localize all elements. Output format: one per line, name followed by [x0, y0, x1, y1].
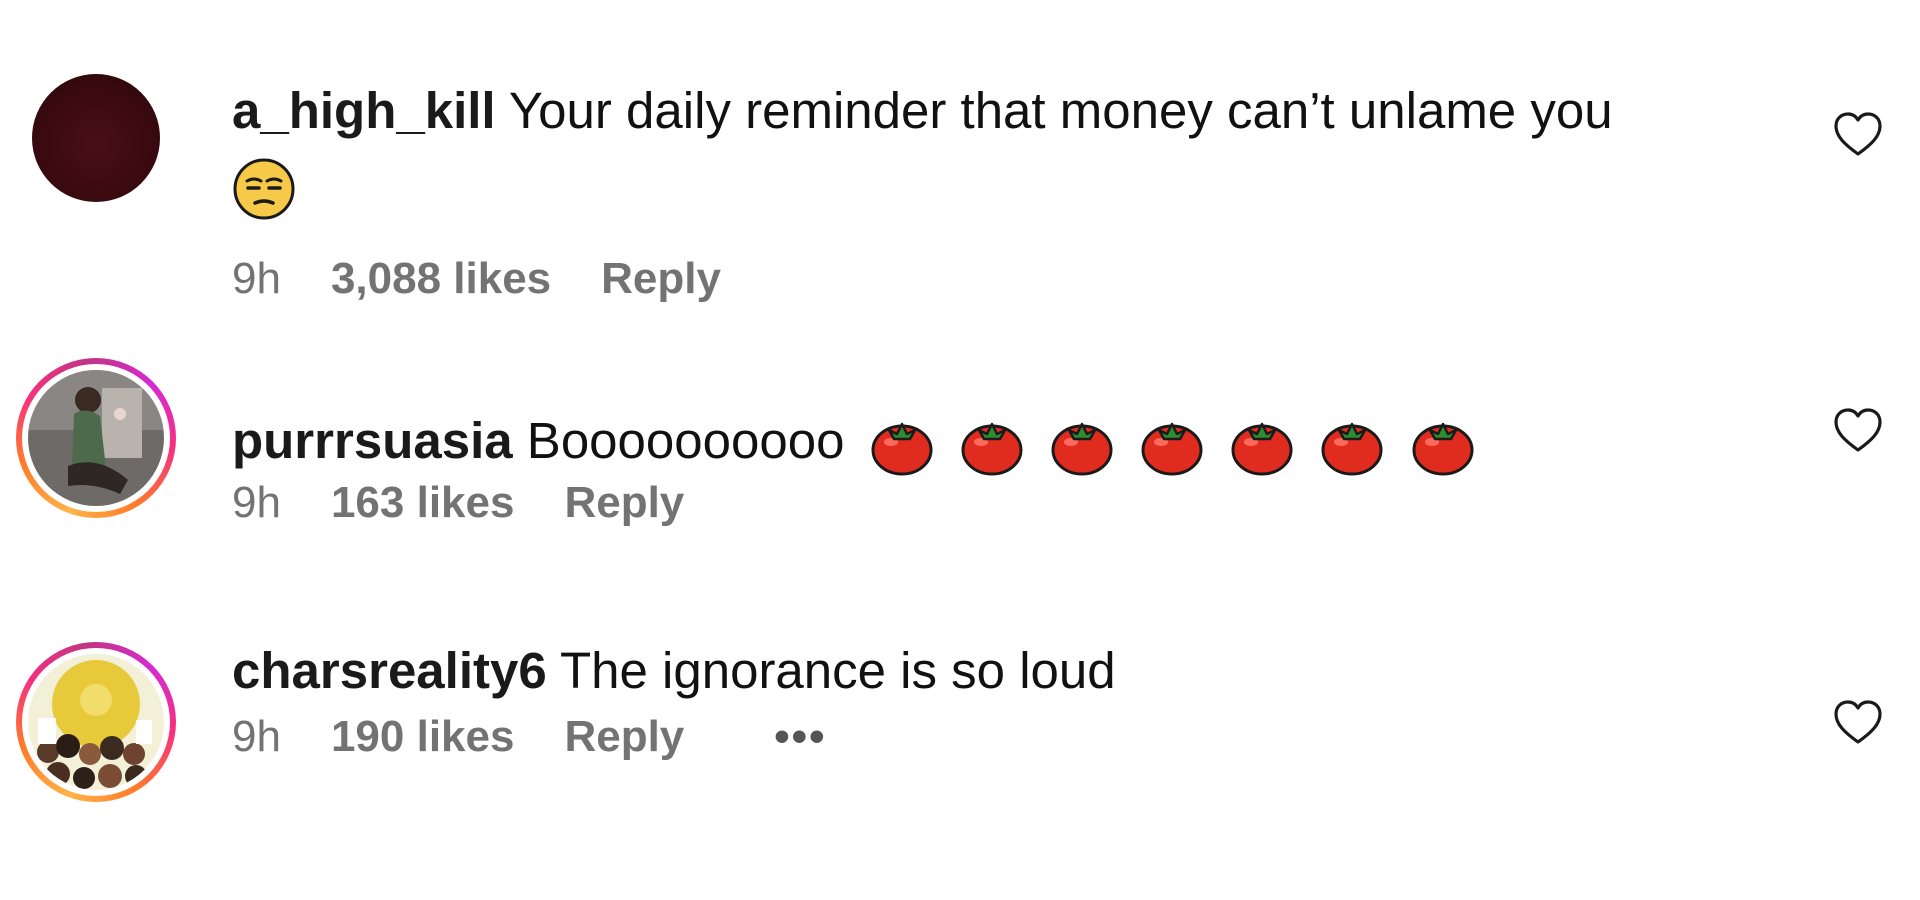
tomato-icon — [1051, 422, 1113, 476]
comment-username[interactable]: a_high_kill — [232, 82, 496, 139]
comment-item: charsreality6 The ignorance is so loud 9… — [0, 590, 1920, 900]
heart-outline-icon[interactable] — [1832, 406, 1884, 454]
comment-username[interactable]: charsreality6 — [232, 642, 547, 699]
heart-outline-icon[interactable] — [1832, 110, 1884, 158]
avatar-story-ring[interactable] — [16, 642, 176, 802]
comment-text-line: a_high_kill Your daily reminder that mon… — [232, 80, 1613, 142]
comment-text-line: purrrsuasia Boooooooooo — [232, 410, 1476, 478]
tomato-emoji-group — [859, 412, 1476, 476]
comment-body: The ignorance is so loud — [559, 642, 1116, 699]
comment-body: Your daily reminder that money can’t unl… — [508, 82, 1613, 139]
avatar — [28, 654, 164, 790]
tomato-icon — [1231, 422, 1293, 476]
comment-item: purrrsuasia Boooooooooo 9h 163 likes Rep… — [0, 300, 1920, 590]
comment-meta: 9h 3,088 likes Reply — [232, 254, 721, 304]
comment-username[interactable]: purrrsuasia — [232, 412, 513, 469]
reply-button[interactable]: Reply — [601, 254, 721, 304]
comment-time[interactable]: 9h — [232, 478, 281, 528]
comment-item: a_high_kill Your daily reminder that mon… — [0, 0, 1920, 303]
tomato-icon — [961, 422, 1023, 476]
avatar-story-ring[interactable] — [16, 358, 176, 518]
tomato-icon — [1321, 422, 1383, 476]
comment-meta: 9h 190 likes Reply ••• — [232, 712, 827, 762]
comment-meta: 9h 163 likes Reply — [232, 478, 684, 528]
unamused-face-icon — [233, 158, 295, 220]
reply-button[interactable]: Reply — [564, 712, 684, 762]
comment-time[interactable]: 9h — [232, 712, 281, 762]
tomato-icon — [1141, 422, 1203, 476]
avatar[interactable] — [32, 74, 160, 202]
heart-outline-icon[interactable] — [1832, 698, 1884, 746]
comment-likes[interactable]: 163 likes — [331, 478, 515, 528]
tomato-icon — [1412, 422, 1474, 476]
reply-button[interactable]: Reply — [564, 478, 684, 528]
comment-text-line: charsreality6 The ignorance is so loud — [232, 640, 1116, 702]
comment-emoji-line — [232, 154, 296, 221]
comment-body: Boooooooooo — [526, 412, 845, 469]
tomato-icon — [871, 422, 933, 476]
comment-likes[interactable]: 190 likes — [331, 712, 515, 762]
avatar — [28, 370, 164, 506]
comment-time[interactable]: 9h — [232, 254, 281, 304]
more-options-icon[interactable]: ••• — [774, 712, 826, 762]
comment-likes[interactable]: 3,088 likes — [331, 254, 551, 304]
